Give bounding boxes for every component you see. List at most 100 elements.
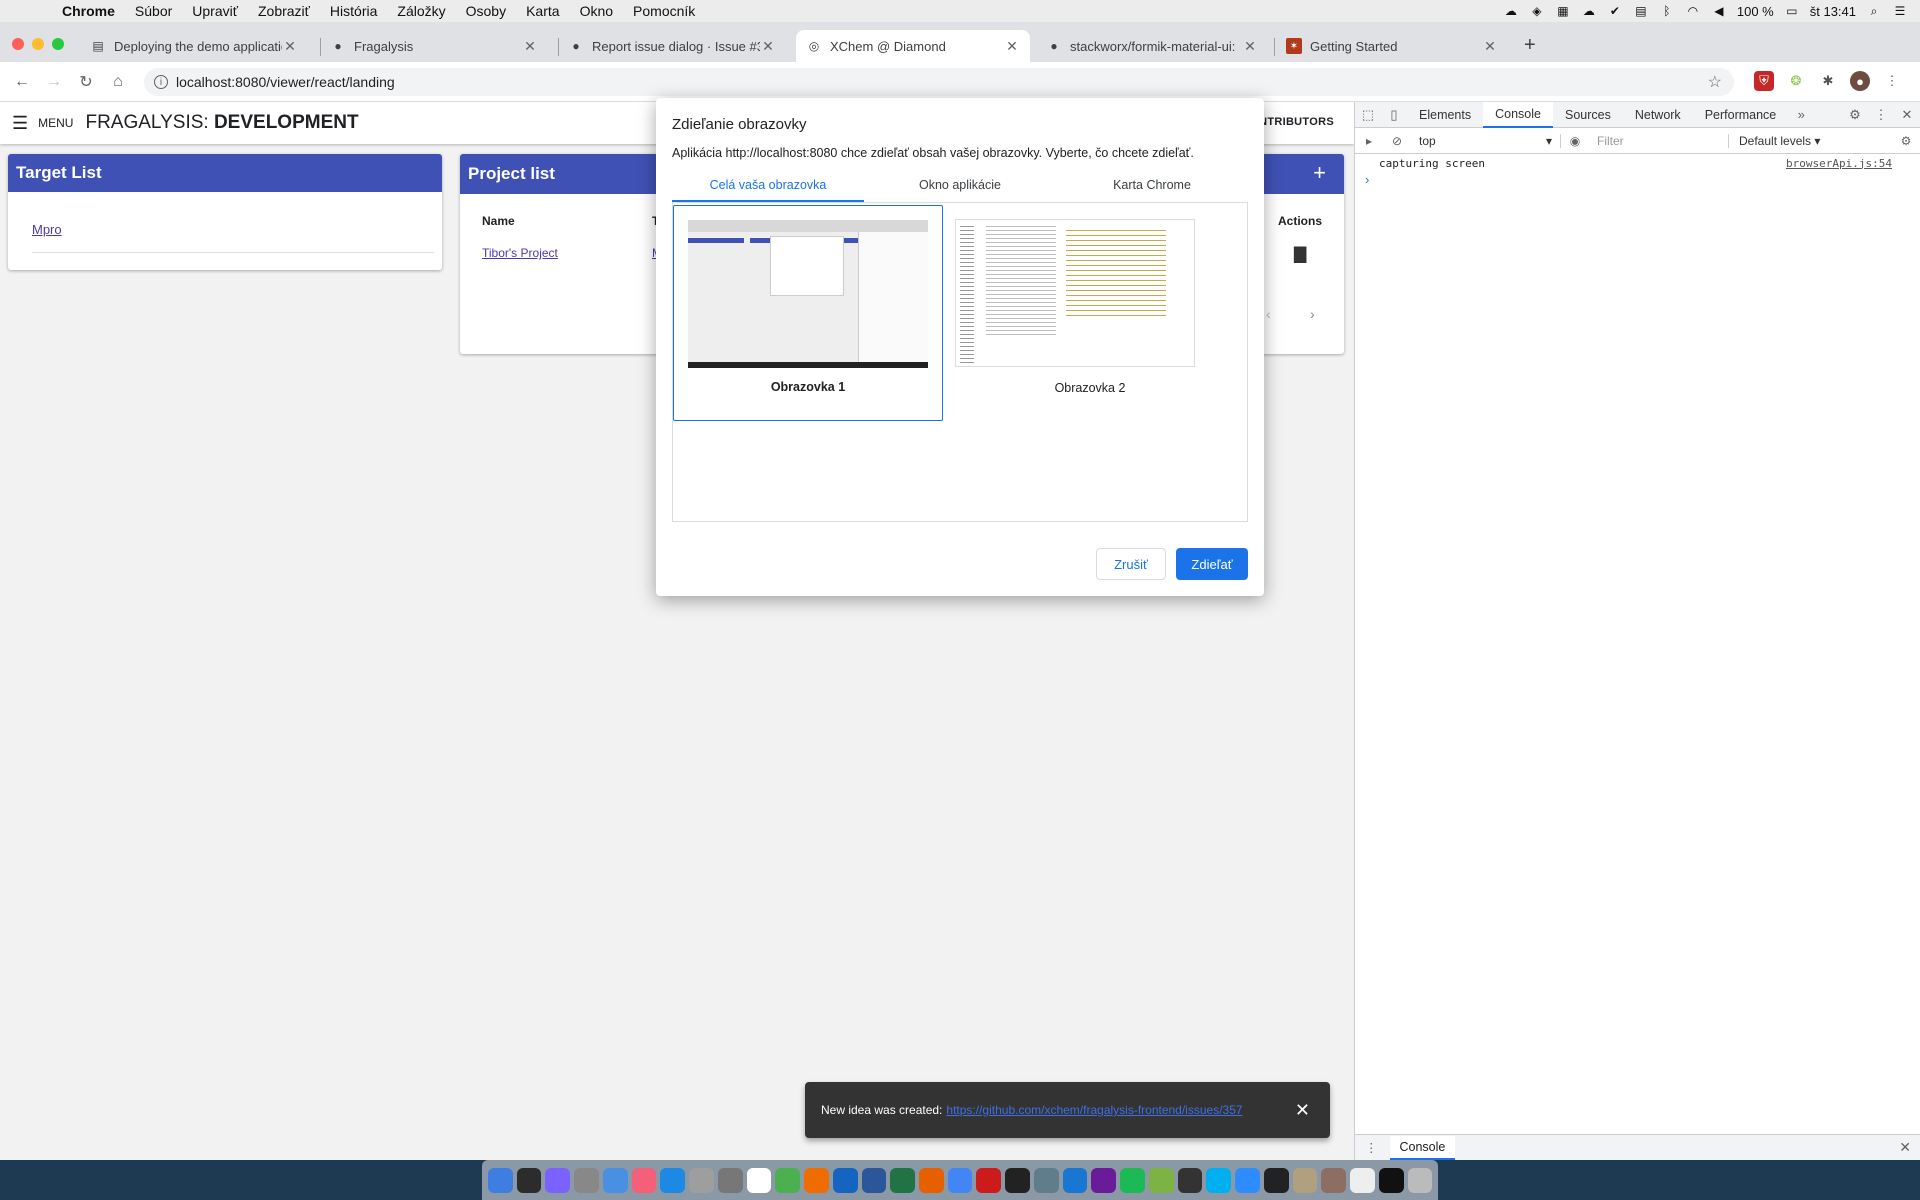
finder-icon[interactable] (488, 1167, 513, 1193)
settings-gear-icon[interactable]: ⚙ (1842, 107, 1868, 123)
excel-icon[interactable] (890, 1167, 916, 1193)
menu-button[interactable]: MENU (38, 116, 73, 130)
slack-icon[interactable] (775, 1167, 801, 1193)
wifi-icon[interactable]: ◠ (1685, 4, 1701, 18)
document-icon[interactable] (1350, 1167, 1375, 1193)
snackbar-link[interactable]: https://github.com/xchem/fragalysis-fron… (946, 1103, 1262, 1117)
screen-option-1[interactable]: Obrazovka 1 (673, 205, 943, 421)
column-header-name[interactable]: Name (482, 214, 515, 228)
trash-icon[interactable] (1407, 1167, 1433, 1193)
tab-application-window[interactable]: Okno aplikácie (864, 174, 1056, 202)
green-extension-icon[interactable]: ❂ (1786, 71, 1806, 91)
music-icon[interactable] (631, 1167, 657, 1193)
tab-xchem[interactable]: ◎ XChem @ Diamond ✕ (796, 30, 1030, 62)
docker-icon[interactable]: ▦ (1555, 4, 1571, 18)
menu-karta[interactable]: Karta (516, 3, 569, 19)
address-bar[interactable]: i localhost:8080/viewer/react/landing ☆ (144, 68, 1734, 96)
back-icon[interactable]: ← (6, 73, 38, 91)
contributors-button[interactable]: NTRIBUTORS (1259, 116, 1334, 128)
zoom-window-button[interactable] (52, 38, 64, 50)
cancel-button[interactable]: Zrušiť (1096, 548, 1166, 580)
chrome-menu-icon[interactable]: ⋮ (1882, 71, 1902, 91)
menu-pomocnik[interactable]: Pomocník (623, 3, 705, 19)
close-tab-icon[interactable]: ✕ (522, 38, 538, 55)
cube-icon[interactable]: ◈ (1529, 4, 1545, 18)
tab-fragalysis[interactable]: ● Fragalysis ✕ (320, 30, 548, 62)
bookmark-star-icon[interactable]: ☆ (1708, 72, 1722, 92)
window-icon[interactable] (1378, 1167, 1404, 1193)
tab-formik[interactable]: ● stackworx/formik-material-ui: ✕ (1036, 30, 1268, 62)
devtools-tab-elements[interactable]: Elements (1407, 102, 1483, 128)
spotlight-icon[interactable]: ⌕ (1866, 4, 1882, 18)
close-devtools-icon[interactable]: ✕ (1894, 107, 1920, 123)
screen-option-2[interactable]: Obrazovka 2 (955, 205, 1225, 421)
maps-icon[interactable] (804, 1167, 829, 1193)
drawer-menu-icon[interactable]: ⋮ (1365, 1140, 1378, 1155)
activity-icon[interactable] (516, 1167, 542, 1193)
home-icon[interactable]: ⌂ (102, 73, 134, 91)
close-tab-icon[interactable]: ✕ (1004, 38, 1020, 55)
menu-zalozky[interactable]: Záložky (387, 3, 455, 19)
devtools-tab-performance[interactable]: Performance (1693, 102, 1789, 128)
bluetooth-icon[interactable]: ᛒ (1659, 4, 1675, 18)
close-window-button[interactable] (12, 38, 24, 50)
gimp-icon[interactable] (1292, 1167, 1318, 1193)
sidebar-toggle-icon[interactable]: ▸ (1355, 134, 1383, 148)
ublock-extension-icon[interactable]: ⛨ (1754, 71, 1774, 91)
visual-studio-icon[interactable] (1091, 1167, 1117, 1193)
app-store-icon[interactable] (660, 1167, 686, 1193)
tab-chrome-tab[interactable]: Karta Chrome (1056, 174, 1248, 202)
close-tab-icon[interactable]: ✕ (760, 38, 776, 55)
flag-icon[interactable]: ▤ (1633, 4, 1649, 18)
console-prompt[interactable]: › (1355, 172, 1920, 190)
console-filter-input[interactable]: Filter (1589, 133, 1729, 148)
close-tab-icon[interactable]: ✕ (1242, 38, 1258, 55)
chrome-icon[interactable] (947, 1167, 973, 1193)
next-page-icon[interactable]: › (1310, 306, 1315, 322)
minimize-window-button[interactable] (32, 38, 44, 50)
site-info-icon[interactable]: i (154, 75, 168, 89)
battery-icon[interactable]: ▭ (1784, 4, 1800, 18)
add-project-button[interactable]: + (1313, 160, 1326, 186)
notification-center-icon[interactable]: ☰ (1892, 4, 1908, 18)
clock[interactable]: št 13:41 (1810, 4, 1856, 19)
forward-icon[interactable]: → (38, 73, 70, 91)
intellij-icon[interactable] (1177, 1167, 1203, 1193)
share-button[interactable]: Zdieľať (1176, 548, 1248, 580)
word-icon[interactable] (861, 1167, 887, 1193)
paint-icon[interactable] (1062, 1167, 1088, 1193)
robot-icon[interactable] (1148, 1167, 1174, 1193)
menu-historia[interactable]: História (320, 3, 387, 19)
menu-subor[interactable]: Súbor (125, 3, 182, 19)
app-icon[interactable] (1321, 1167, 1347, 1193)
devtools-tab-network[interactable]: Network (1623, 102, 1693, 128)
bug-extension-icon[interactable]: ✱ (1818, 71, 1838, 91)
spotify-icon[interactable] (1120, 1167, 1145, 1193)
siri-icon[interactable] (545, 1167, 571, 1193)
tab-deploying[interactable]: ▤ Deploying the demo applicatio ✕ (80, 30, 308, 62)
eye-icon[interactable]: ◉ (1561, 134, 1589, 148)
drawer-tab-console[interactable]: Console (1389, 1135, 1456, 1160)
menu-upravit[interactable]: Upraviť (182, 3, 248, 19)
log-source-link[interactable]: browserApi.js:54 (1786, 157, 1892, 170)
device-toolbar-icon[interactable]: ▯ (1381, 107, 1407, 123)
check-icon[interactable]: ✔ (1607, 4, 1623, 18)
target-link-mpro[interactable]: Mpro (32, 222, 62, 237)
context-selector[interactable]: top ▾ (1411, 133, 1561, 148)
menu-zobrazit[interactable]: Zobraziť (248, 3, 320, 19)
log-levels-dropdown[interactable]: Default levels ▾ (1739, 134, 1820, 148)
close-icon[interactable]: ✕ (1295, 1100, 1310, 1121)
launchpad-icon[interactable] (574, 1167, 599, 1193)
close-tab-icon[interactable]: ✕ (282, 38, 298, 55)
close-tab-icon[interactable]: ✕ (1482, 38, 1498, 55)
skype-icon[interactable] (1206, 1167, 1232, 1193)
volume-icon[interactable]: ◀ (1711, 4, 1727, 18)
menu-okno[interactable]: Okno (570, 3, 623, 19)
console-settings-icon[interactable]: ⚙ (1892, 134, 1920, 148)
more-tabs-icon[interactable]: » (1788, 107, 1814, 122)
tab-report-issue[interactable]: ● Report issue dialog · Issue #32 ✕ (558, 30, 786, 62)
devtools-tab-sources[interactable]: Sources (1553, 102, 1623, 128)
opera-icon[interactable] (976, 1167, 1002, 1193)
messages-icon[interactable] (602, 1167, 628, 1193)
system-preferences-icon[interactable] (717, 1167, 743, 1193)
